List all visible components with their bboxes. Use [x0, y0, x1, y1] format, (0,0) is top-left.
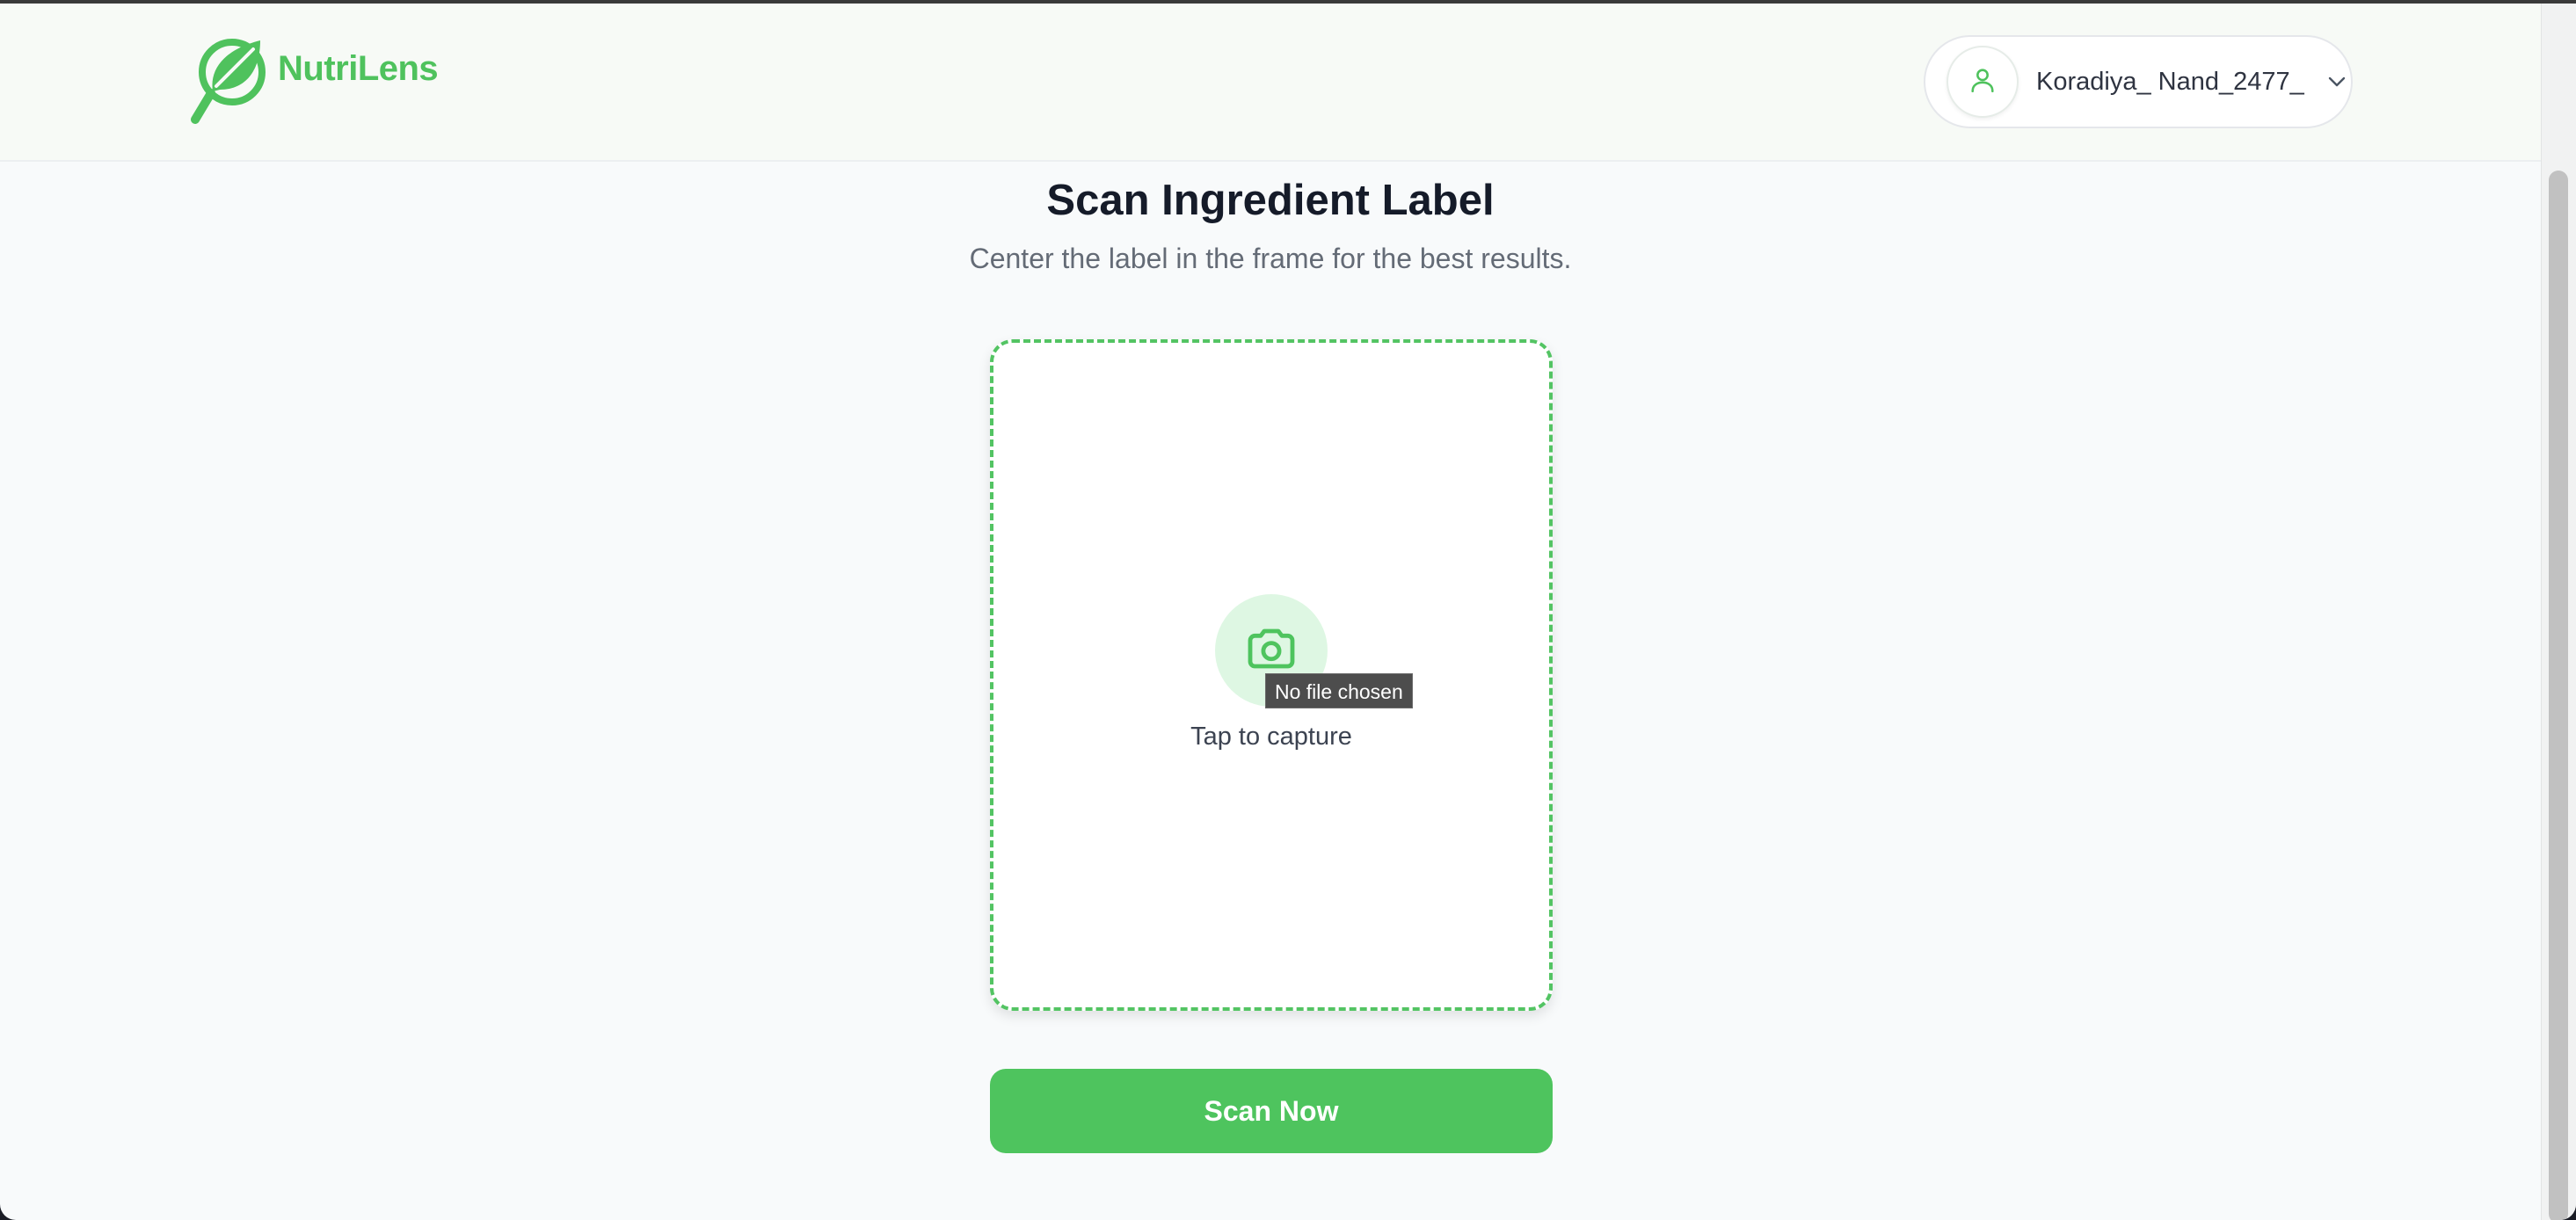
- chevron-down-icon: [2327, 76, 2347, 88]
- avatar: [1947, 46, 2019, 118]
- app-window: NutriLens Koradiya_ Nand_2477_ Scan Ingr…: [0, 0, 2576, 1220]
- vertical-scrollbar[interactable]: [2541, 4, 2576, 1220]
- top-header: NutriLens Koradiya_ Nand_2477_: [0, 4, 2541, 162]
- username-label: Koradiya_ Nand_2477_: [2036, 67, 2304, 96]
- brand-name: NutriLens: [278, 48, 439, 88]
- camera-icon: [1243, 621, 1299, 681]
- scan-now-button[interactable]: Scan Now: [990, 1069, 1553, 1153]
- scrollbar-thumb[interactable]: [2549, 171, 2568, 1220]
- brand-logo[interactable]: NutriLens: [190, 35, 439, 127]
- file-input-tooltip: No file chosen: [1265, 673, 1413, 708]
- user-icon: [1968, 65, 1997, 99]
- leaf-magnifier-icon: [190, 35, 274, 127]
- page-title: Scan Ingredient Label: [1046, 177, 1495, 224]
- page-subtitle: Center the label in the frame for the be…: [969, 243, 1572, 274]
- user-menu-button[interactable]: Koradiya_ Nand_2477_: [1924, 35, 2353, 128]
- tap-to-capture-label: Tap to capture: [1190, 723, 1352, 751]
